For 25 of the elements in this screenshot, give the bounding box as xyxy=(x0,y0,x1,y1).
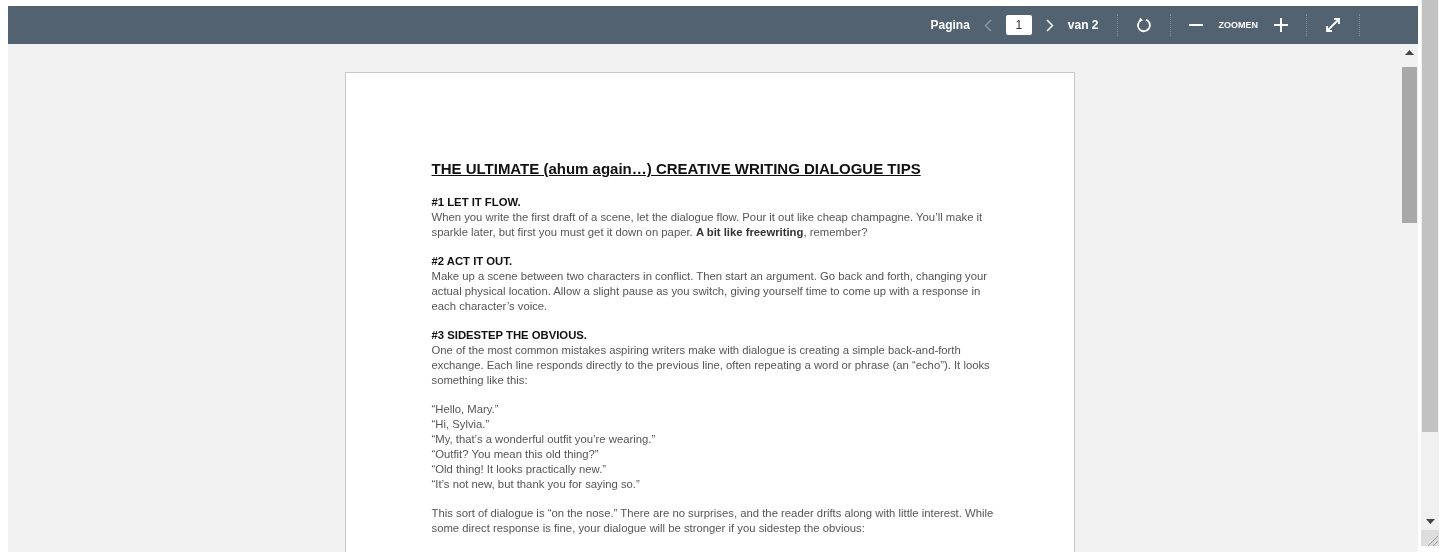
zoom-label: ZOOMEN xyxy=(1217,20,1259,30)
page-number-field[interactable]: 1 xyxy=(1005,15,1032,35)
expand-icon xyxy=(1325,17,1341,33)
page-scrollbar[interactable] xyxy=(1421,0,1439,546)
scroll-down-icon xyxy=(1425,519,1435,524)
plus-icon xyxy=(1274,18,1288,32)
section-heading: #2 ACT IT OUT. xyxy=(431,254,513,269)
page-label: Pagina xyxy=(929,18,971,32)
scroll-up-icon xyxy=(1405,50,1414,55)
paragraph: When you write the first draft of a scene, let the dialogue flow. Pour it out like cheap champagne. You’ll make it sparkle later, but first you must get it down on paper. A bit like freewriting, remember? xyxy=(431,210,984,240)
paragraph: Make up a scene between two characters in conflict. Then start an argument. Go back and forth, changing your actual physical location. Allow a slight pause as you switch, giving yourself time to come up with a response in each character’s voice. xyxy=(431,269,989,314)
section-heading: #1 LET IT FLOW. xyxy=(431,195,521,210)
paragraph: This sort of dialogue is “on the nose.” There are no surprises, and the reader drifts along with little interest. While some direct response is fine, your dialogue will be stronger if you sidestep the obvious: xyxy=(431,506,994,536)
dialogue-line: “My, that’s a wonderful outfit you’re wearing.” xyxy=(431,432,656,447)
dialogue-line: “Hi, Sylvia.” xyxy=(431,417,490,432)
resize-grip-icon[interactable] xyxy=(1421,530,1439,546)
dialogue-line: “Outfit? You mean this old thing?” xyxy=(431,447,599,462)
dialogue-line: “Hello, Mary.” xyxy=(431,402,499,417)
dialogue-line: “It’s not new, but thank you for saying so.” xyxy=(431,477,640,492)
dialogue-line: “Old thing! It looks practically new.” xyxy=(431,462,607,477)
section-heading: #3 SIDESTEP THE OBVIOUS. xyxy=(431,328,587,343)
paragraph: One of the most common mistakes aspiring writers make with dialogue is creating a simple back-and-forth exchange. Each line responds directly to the previous line, often repeating a word or phrase (an “echo”). It looks something like this: xyxy=(431,343,991,388)
rotate-icon xyxy=(1135,17,1152,33)
document-title: THE ULTIMATE (ahum again…) CREATIVE WRITING DIALOGUE TIPS xyxy=(431,159,921,179)
page-total: van 2 xyxy=(1066,18,1100,32)
